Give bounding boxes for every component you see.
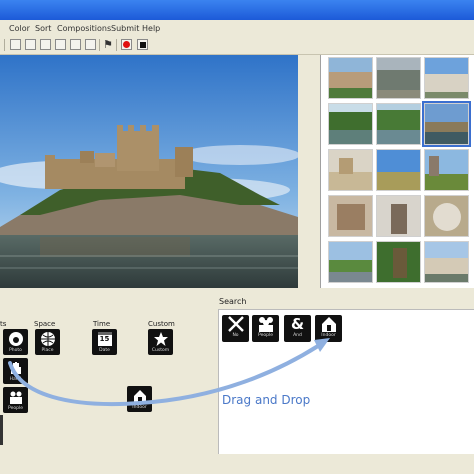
toolbar-separator (4, 39, 5, 51)
category-label: Custom (148, 320, 175, 328)
thumbnail[interactable] (424, 195, 469, 237)
toolbar-separator (99, 39, 100, 51)
menu-sort[interactable]: Sort (35, 24, 51, 33)
stop-button[interactable] (137, 39, 148, 50)
menu-color[interactable]: Color (9, 24, 30, 33)
thumbnail[interactable] (328, 149, 373, 191)
search-term-label: Indoor (321, 333, 336, 338)
menu-compositions[interactable]: Compositions (57, 24, 111, 33)
panel-edge (0, 415, 3, 445)
house-icon (321, 317, 336, 332)
globe-icon (40, 332, 55, 346)
record-button[interactable] (121, 39, 132, 50)
star-icon (153, 332, 168, 346)
thumbnail[interactable] (376, 195, 421, 237)
thumbnail[interactable] (328, 241, 373, 283)
tile-view-icon[interactable] (70, 39, 81, 50)
hand-icon (10, 362, 21, 374)
dragged-indoor-tag[interactable]: Indoor (127, 386, 152, 412)
house-icon (133, 390, 146, 403)
place-tag-button[interactable]: Place (35, 329, 60, 355)
thumbnail[interactable] (376, 103, 421, 145)
search-term-label: And (293, 333, 302, 338)
tag-label: Place (41, 348, 54, 353)
date-tag-button[interactable]: 15 Date (92, 329, 117, 355)
thumbnail-selected[interactable] (422, 101, 471, 147)
menu-help[interactable]: Help (142, 24, 160, 33)
tag-label: Date (99, 348, 110, 353)
grid-large-icon[interactable] (25, 39, 36, 50)
category-label: Time (93, 320, 111, 328)
category-label: ts (0, 320, 7, 328)
search-term-and[interactable]: & And (284, 315, 311, 342)
main-photo-preview[interactable] (0, 55, 298, 288)
info-icon[interactable]: ⚑ (103, 38, 113, 51)
hand-tag-button[interactable]: Hand (3, 358, 28, 384)
thumbnail[interactable] (328, 103, 373, 145)
photo-tag-button[interactable]: Photo (3, 329, 28, 355)
window-titlebar (0, 0, 474, 20)
thumbnail[interactable] (424, 149, 469, 191)
tag-label: Photo (9, 348, 22, 353)
menu-submit[interactable]: Submit (111, 24, 139, 33)
search-label: Search (219, 297, 247, 306)
thumbnail[interactable] (424, 57, 469, 99)
tag-label: People (8, 406, 23, 411)
tag-label: Indoor (132, 405, 147, 410)
people-icon (9, 391, 22, 404)
ampersand-icon: & (290, 315, 305, 333)
search-term-people[interactable]: People (252, 315, 279, 342)
thumbnail[interactable] (328, 57, 373, 99)
thumbnail-grid (320, 55, 474, 288)
drag-and-drop-hint: Drag and Drop (222, 393, 311, 407)
thumbnail[interactable] (328, 195, 373, 237)
thumbnail[interactable] (376, 241, 421, 283)
face-icon (8, 332, 23, 346)
search-term-label: No (232, 333, 239, 338)
thumbnail[interactable] (376, 57, 421, 99)
tag-label: Custom (151, 348, 170, 353)
list-view-icon[interactable] (40, 39, 51, 50)
toolbar-separator (116, 39, 117, 51)
list-detail-icon[interactable] (55, 39, 66, 50)
stop-icon (139, 41, 146, 48)
thumbnail[interactable] (424, 241, 469, 283)
custom-tag-button[interactable]: Custom (148, 329, 173, 355)
close-icon (227, 316, 244, 332)
grid-view-icon[interactable] (10, 39, 21, 50)
toolbar: ⚑ (0, 36, 474, 55)
search-term-label: People (258, 333, 273, 338)
category-label: Space (34, 320, 56, 328)
thumbnail-view-icon[interactable] (85, 39, 96, 50)
calendar-date-number: 15 (99, 335, 110, 343)
tag-label: Hand (9, 377, 22, 382)
record-icon (123, 41, 130, 48)
thumbnail[interactable] (376, 149, 421, 191)
menu-bar: Color Sort Compositions Submit Help (0, 20, 474, 36)
search-term-no[interactable]: No (222, 315, 249, 342)
people-icon (258, 317, 273, 332)
people-tag-button[interactable]: People (3, 387, 28, 413)
search-term-indoor[interactable]: Indoor (315, 315, 342, 342)
